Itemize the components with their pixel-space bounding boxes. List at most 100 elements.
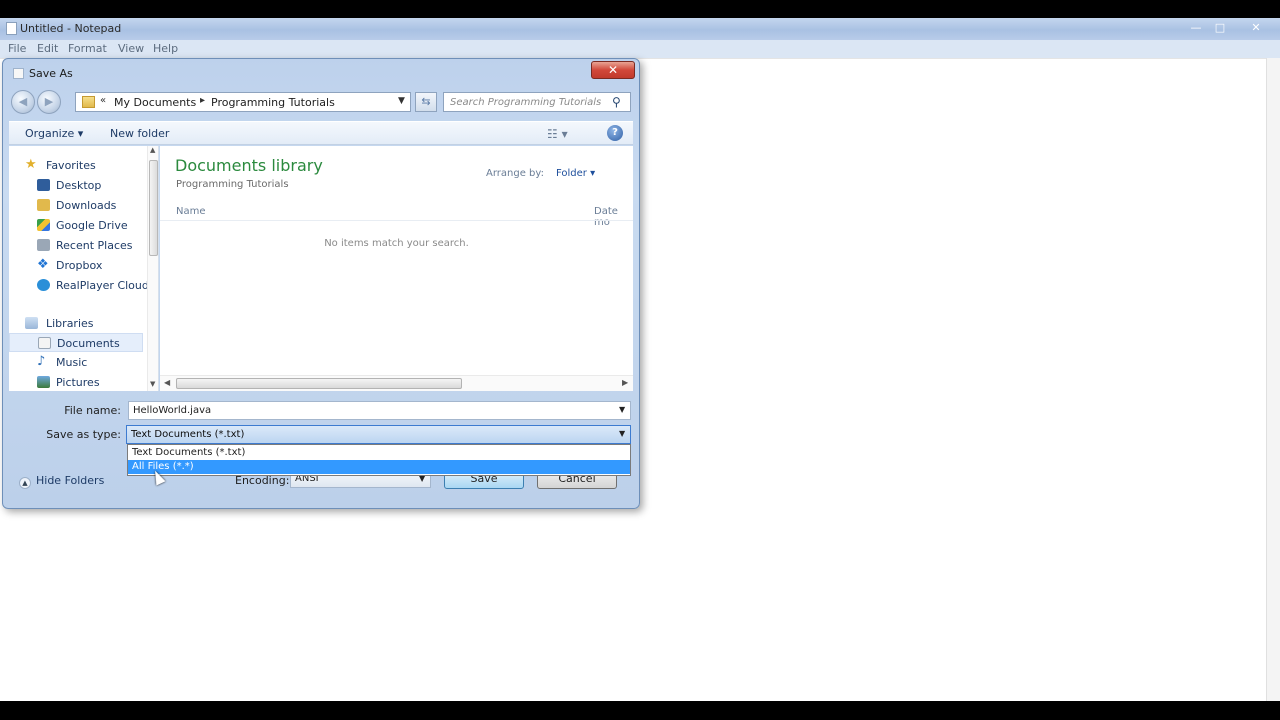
- dialog-close-button[interactable]: ✕: [591, 61, 635, 79]
- scroll-up-icon[interactable]: ▲: [150, 146, 155, 154]
- file-list-pane: Documents library Programming Tutorials …: [160, 146, 633, 391]
- save-as-type-label: Save as type:: [46, 428, 121, 441]
- scroll-right-icon[interactable]: ▶: [622, 378, 628, 387]
- nav-item-documents[interactable]: Documents: [9, 333, 143, 352]
- arrange-by-label: Arrange by:: [486, 168, 544, 179]
- nav-item-label: Downloads: [56, 199, 117, 212]
- close-icon[interactable]: ✕: [1245, 20, 1267, 36]
- column-divider: [160, 220, 633, 221]
- menu-format[interactable]: Format: [68, 42, 107, 55]
- library-title: Documents library: [175, 156, 323, 175]
- downloads-icon: [37, 199, 50, 211]
- nav-libraries[interactable]: Libraries: [9, 314, 143, 333]
- google-drive-icon: [37, 219, 50, 231]
- nav-item-label: Desktop: [56, 179, 102, 192]
- column-header-date-modified[interactable]: Date mo: [594, 206, 633, 228]
- star-icon: ★: [25, 157, 37, 172]
- option-all-files[interactable]: All Files (*.*): [128, 460, 630, 474]
- libraries-icon: [25, 317, 38, 329]
- file-name-combo[interactable]: ▼: [128, 401, 631, 420]
- empty-message: No items match your search.: [324, 238, 469, 249]
- search-icon[interactable]: ⚲: [612, 95, 621, 109]
- nav-item-realplayer-cloud[interactable]: RealPlayer Cloud: [9, 276, 149, 295]
- chevron-down-icon[interactable]: ▼: [619, 429, 625, 438]
- option-text-documents[interactable]: Text Documents (*.txt): [128, 446, 630, 460]
- nav-item-google-drive[interactable]: Google Drive: [9, 216, 143, 235]
- nav-libraries-label: Libraries: [46, 317, 94, 330]
- nav-item-music[interactable]: ♪ Music: [9, 353, 143, 372]
- column-header-name[interactable]: Name: [176, 206, 206, 217]
- save-as-type-value: Text Documents (*.txt): [131, 429, 245, 440]
- navigation-pane: ★ Favorites Desktop Downloads Google Dri…: [9, 146, 159, 391]
- nav-favorites[interactable]: ★ Favorites: [9, 156, 143, 175]
- file-list-scroll-thumb[interactable]: [176, 378, 462, 389]
- nav-scroll-thumb[interactable]: [149, 160, 158, 256]
- notepad-titlebar[interactable]: Untitled - Notepad — □ ✕: [0, 18, 1280, 40]
- file-name-label: File name:: [64, 404, 121, 417]
- organize-button[interactable]: Organize ▾: [25, 127, 83, 140]
- music-icon: ♪: [37, 354, 46, 369]
- refresh-icon[interactable]: ⇆: [415, 92, 437, 112]
- dropbox-icon: ❖: [37, 257, 49, 272]
- new-folder-button[interactable]: New folder: [110, 127, 169, 140]
- save-as-type-dropdown-list: Text Documents (*.txt) All Files (*.*): [127, 444, 631, 476]
- menu-edit[interactable]: Edit: [37, 42, 58, 55]
- notepad-menubar: File Edit Format View Help: [0, 40, 1280, 58]
- search-input[interactable]: [444, 93, 608, 111]
- documents-icon: [38, 337, 51, 349]
- desktop-icon: [37, 179, 50, 191]
- save-as-dialog: Save As ✕ ◀ ▶ « My Documents ▸ Programmi…: [2, 58, 640, 509]
- chevron-up-icon: ▲: [19, 477, 31, 489]
- dialog-titlebar[interactable]: Save As ✕: [3, 59, 639, 87]
- help-icon[interactable]: ?: [607, 125, 623, 141]
- nav-item-desktop[interactable]: Desktop: [9, 176, 143, 195]
- file-list-scrollbar[interactable]: ◀ ▶: [160, 375, 633, 391]
- address-overflow[interactable]: «: [100, 95, 106, 106]
- nav-item-label: Documents: [57, 337, 120, 350]
- chevron-down-icon[interactable]: ▼: [398, 96, 405, 106]
- nav-scrollbar[interactable]: ▲ ▼: [147, 146, 158, 391]
- nav-item-label: Dropbox: [56, 259, 103, 272]
- nav-item-dropbox[interactable]: ❖ Dropbox: [9, 256, 143, 275]
- file-name-field[interactable]: [129, 402, 609, 419]
- hide-folders-button[interactable]: ▲ Hide Folders: [19, 474, 104, 489]
- forward-arrow-icon[interactable]: ▶: [37, 90, 61, 114]
- dialog-app-icon: [13, 68, 24, 79]
- scroll-down-icon[interactable]: ▼: [150, 380, 155, 388]
- menu-help[interactable]: Help: [153, 42, 178, 55]
- view-options-icon[interactable]: ☷ ▾: [547, 127, 568, 141]
- address-bar[interactable]: « My Documents ▸ Programming Tutorials ▼: [75, 92, 411, 112]
- nav-item-pictures[interactable]: Pictures: [9, 373, 143, 391]
- menu-view[interactable]: View: [118, 42, 144, 55]
- nav-item-downloads[interactable]: Downloads: [9, 196, 143, 215]
- scroll-left-icon[interactable]: ◀: [164, 378, 170, 387]
- nav-item-label: Google Drive: [56, 219, 128, 232]
- nav-favorites-label: Favorites: [46, 159, 96, 172]
- arrange-by-dropdown[interactable]: Folder ▾: [556, 168, 595, 179]
- chevron-down-icon[interactable]: ▼: [619, 405, 625, 414]
- library-subtitle: Programming Tutorials: [176, 179, 289, 190]
- minimize-icon[interactable]: —: [1185, 20, 1207, 36]
- notepad-scrollbar[interactable]: [1266, 58, 1280, 701]
- notepad-app-icon: [6, 22, 17, 35]
- hide-folders-label: Hide Folders: [36, 474, 105, 487]
- dialog-toolbar: Organize ▾ New folder ☷ ▾ ?: [9, 121, 633, 145]
- nav-item-label: Music: [56, 356, 88, 369]
- notepad-title: Untitled - Notepad: [20, 22, 122, 35]
- nav-item-label: Pictures: [56, 376, 100, 389]
- recent-places-icon: [37, 239, 50, 251]
- nav-item-label: RealPlayer Cloud: [56, 279, 149, 292]
- breadcrumb-separator-icon[interactable]: ▸: [200, 95, 205, 106]
- folder-icon: [82, 96, 95, 108]
- dialog-title: Save As: [29, 67, 73, 80]
- menu-file[interactable]: File: [8, 42, 26, 55]
- realplayer-cloud-icon: [37, 279, 50, 291]
- breadcrumb-my-documents[interactable]: My Documents: [114, 96, 196, 109]
- save-as-type-select[interactable]: Text Documents (*.txt) ▼: [126, 425, 631, 444]
- back-arrow-icon[interactable]: ◀: [11, 90, 35, 114]
- pictures-icon: [37, 376, 50, 388]
- nav-item-recent-places[interactable]: Recent Places: [9, 236, 143, 255]
- maximize-icon[interactable]: □: [1209, 20, 1231, 36]
- search-box[interactable]: ⚲: [443, 92, 631, 112]
- breadcrumb-programming-tutorials[interactable]: Programming Tutorials: [211, 96, 335, 109]
